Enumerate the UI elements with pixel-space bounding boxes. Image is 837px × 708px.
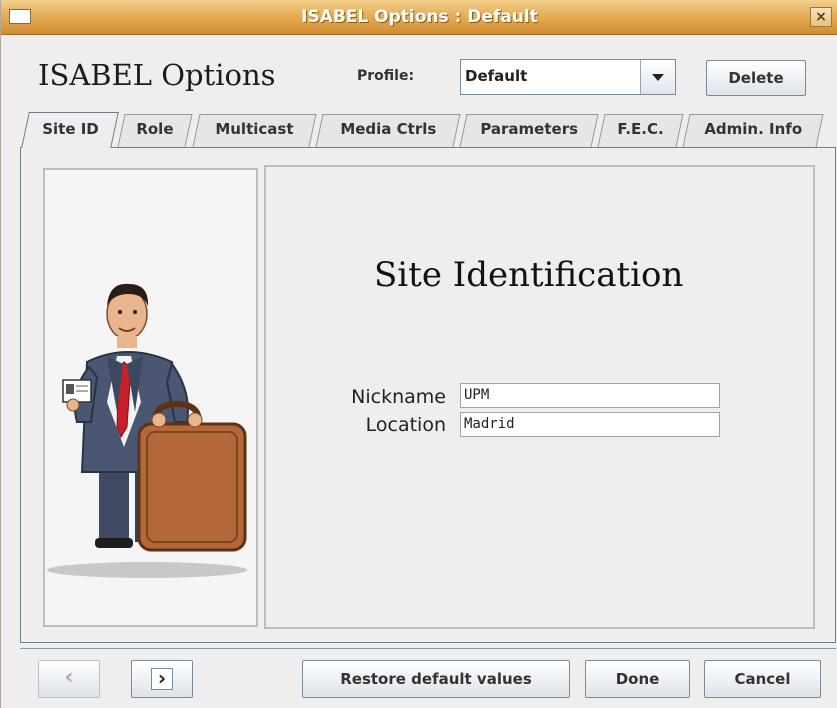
app-title: ISABEL Options: [38, 58, 276, 92]
delete-button[interactable]: Delete: [706, 60, 806, 96]
section-heading: Site Identification: [374, 255, 684, 295]
done-button[interactable]: Done: [585, 660, 690, 698]
tab-label: Parameters: [480, 120, 579, 138]
profile-label: Profile:: [357, 68, 415, 84]
illustration-frame: [43, 168, 258, 627]
tab-label: Admin. Info: [704, 120, 803, 138]
window-title: ISABEL Options : Default: [301, 7, 538, 27]
location-field[interactable]: Madrid: [460, 412, 720, 437]
tab-label: Multicast: [215, 120, 294, 138]
location-label: Location: [365, 414, 446, 436]
tab-multicast[interactable]: Multicast: [192, 114, 317, 147]
cancel-button[interactable]: Cancel: [704, 660, 821, 698]
chevron-right-icon: ›: [151, 668, 173, 690]
footer-divider: [20, 648, 836, 649]
tab-label: F.E.C.: [617, 120, 665, 138]
tab-fec[interactable]: F.E.C.: [597, 114, 684, 147]
chevron-left-icon: ‹: [64, 665, 74, 690]
options-window: ISABEL Options : Default × ISABEL Option…: [0, 0, 837, 708]
profile-value: Default: [465, 67, 528, 85]
tab-admin-info[interactable]: Admin. Info: [682, 114, 824, 147]
next-button[interactable]: ›: [131, 660, 193, 698]
nickname-label: Nickname: [351, 386, 446, 408]
tab-media-ctrls[interactable]: Media Ctrls: [315, 114, 461, 147]
tab-site-id[interactable]: Site ID: [21, 112, 119, 148]
tab-role[interactable]: Role: [117, 114, 193, 147]
profile-select[interactable]: Default: [460, 59, 676, 95]
tab-label: Media Ctrls: [340, 120, 437, 138]
nickname-field[interactable]: UPM: [460, 383, 720, 408]
chevron-down-icon[interactable]: [640, 60, 675, 94]
tab-parameters[interactable]: Parameters: [459, 114, 599, 147]
title-bar[interactable]: ISABEL Options : Default ×: [1, 0, 837, 35]
businessman-icon: [47, 283, 247, 578]
close-icon[interactable]: ×: [810, 7, 832, 27]
tab-label: Role: [136, 120, 174, 138]
previous-button[interactable]: ‹: [38, 660, 100, 698]
restore-defaults-button[interactable]: Restore default values: [302, 660, 570, 698]
tab-label: Site ID: [41, 120, 99, 138]
